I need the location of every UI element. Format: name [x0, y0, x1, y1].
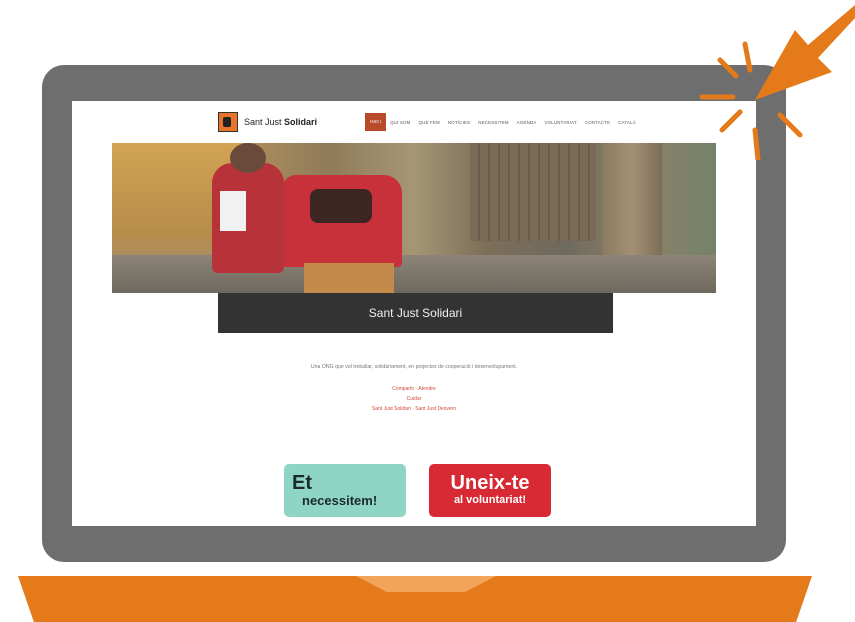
site-logo[interactable]: Sant Just Solidari — [218, 112, 317, 132]
logo-text-bold: Solidari — [284, 117, 318, 127]
et-necessitem-button[interactable]: Et necessitem! — [284, 464, 406, 517]
site-header: Sant Just Solidari Inici Qui som Què fem… — [112, 101, 716, 146]
intro-text: Una ONG que vol treballar, solidàriament… — [310, 364, 518, 370]
cta-green-big: Et — [292, 472, 312, 494]
nav-item-que-fem[interactable]: Què fem — [415, 120, 444, 125]
main-nav: Inici Qui som Què fem Notícies Necessite… — [365, 113, 640, 131]
cta-red-big: Uneix-te — [450, 472, 530, 494]
cursor-arrow-shape — [755, 5, 855, 100]
logo-text-plain: Sant Just — [244, 117, 285, 127]
link-list: Compartir · Atendre Cuidar Sant Just Sol… — [112, 384, 716, 414]
uneix-te-voluntariat-button[interactable]: Uneix-te al voluntariat! — [429, 464, 551, 517]
browser-viewport: Sant Just Solidari Inici Qui som Què fem… — [72, 101, 756, 526]
link-cuidar[interactable]: Cuidar — [112, 394, 716, 404]
nav-item-agenda[interactable]: Agenda — [513, 120, 541, 125]
link-compartir[interactable]: Compartir · Atendre — [112, 384, 716, 394]
nav-item-language[interactable]: Català — [614, 120, 640, 125]
cta-red-small: al voluntariat! — [453, 494, 527, 506]
cta-green-small: necessitem! — [302, 493, 378, 508]
nav-item-inici[interactable]: Inici — [365, 113, 387, 131]
nav-item-noticies[interactable]: Notícies — [444, 120, 474, 125]
hero-image — [112, 143, 716, 293]
link-sant-just[interactable]: Sant Just Solidari · Sant Just Desvern — [112, 404, 716, 414]
nav-item-qui-som[interactable]: Qui som — [386, 120, 414, 125]
nav-item-voluntariat[interactable]: Voluntariat — [541, 120, 581, 125]
logo-icon — [218, 112, 238, 132]
nav-item-necessitem[interactable]: Necessitem — [474, 120, 513, 125]
cursor-arrow-icon — [700, 5, 855, 160]
page-title: Sant Just Solidari — [218, 293, 613, 333]
nav-item-contacte[interactable]: Contacte — [581, 120, 614, 125]
